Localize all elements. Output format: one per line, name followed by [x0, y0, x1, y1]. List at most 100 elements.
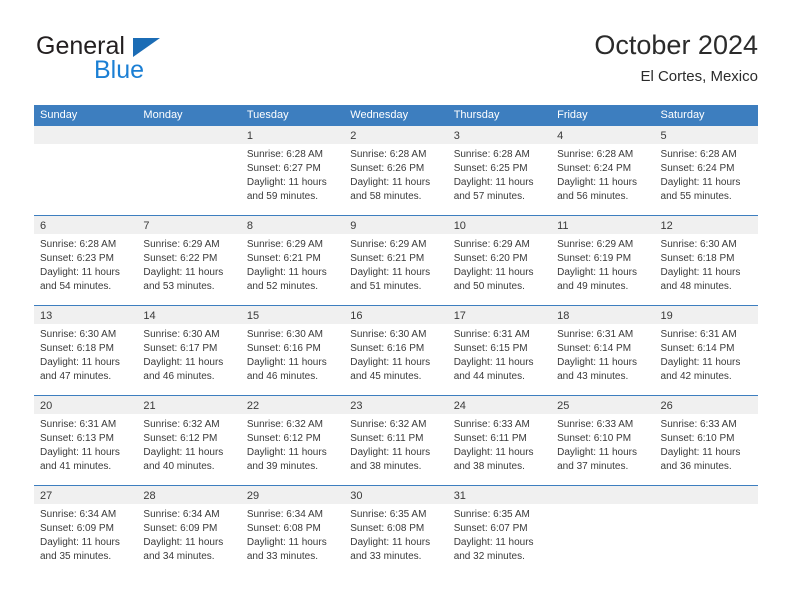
sunset-text: Sunset: 6:18 PM: [660, 253, 735, 264]
day-number: 12: [660, 220, 673, 232]
day-number: 21: [143, 400, 156, 412]
day-number-band: 4: [551, 126, 655, 144]
day-details: Sunrise: 6:28 AM Sunset: 6:27 PM Dayligh…: [241, 144, 344, 204]
sunset-text: Sunset: 6:22 PM: [143, 253, 218, 264]
daylight-text-line1: Daylight: 11 hours: [453, 447, 534, 458]
sunrise-text: Sunrise: 6:30 AM: [40, 329, 117, 340]
day-cell[interactable]: 26 Sunrise: 6:33 AM Sunset: 6:10 PM Dayl…: [654, 396, 758, 485]
day-cell[interactable]: 3 Sunrise: 6:28 AM Sunset: 6:25 PM Dayli…: [447, 126, 552, 215]
day-number: 16: [350, 310, 363, 322]
day-cell[interactable]: 21 Sunrise: 6:32 AM Sunset: 6:12 PM Dayl…: [137, 396, 241, 485]
day-number-band: 25: [551, 396, 655, 414]
day-cell[interactable]: [654, 486, 758, 575]
day-cell[interactable]: 13 Sunrise: 6:30 AM Sunset: 6:18 PM Dayl…: [34, 306, 138, 395]
day-cell[interactable]: [551, 486, 655, 575]
sunset-text: Sunset: 6:20 PM: [453, 253, 528, 264]
day-details: Sunrise: 6:33 AM Sunset: 6:10 PM Dayligh…: [655, 414, 758, 474]
daylight-text-line1: Daylight: 11 hours: [350, 177, 431, 188]
daylight-text-line1: Daylight: 11 hours: [557, 267, 637, 278]
daylight-text-line2: and 54 minutes.: [40, 281, 112, 292]
day-details: Sunrise: 6:32 AM Sunset: 6:12 PM Dayligh…: [241, 414, 344, 474]
day-number-band: [34, 126, 138, 144]
sunset-text: Sunset: 6:08 PM: [350, 523, 425, 534]
day-number-band: 1: [240, 126, 345, 144]
sunset-text: Sunset: 6:25 PM: [453, 163, 528, 174]
daylight-text-line1: Daylight: 11 hours: [557, 357, 637, 368]
daylight-text-line2: and 39 minutes.: [246, 461, 319, 472]
day-number: 31: [453, 490, 466, 502]
day-cell[interactable]: 22 Sunrise: 6:32 AM Sunset: 6:12 PM Dayl…: [240, 396, 345, 485]
day-number-band: 26: [654, 396, 758, 414]
day-cell[interactable]: 23 Sunrise: 6:32 AM Sunset: 6:11 PM Dayl…: [344, 396, 448, 485]
day-cell[interactable]: 11 Sunrise: 6:29 AM Sunset: 6:19 PM Dayl…: [551, 216, 655, 305]
day-cell[interactable]: [34, 126, 138, 215]
day-number-band: 18: [551, 306, 655, 324]
day-cell[interactable]: 12 Sunrise: 6:30 AM Sunset: 6:18 PM Dayl…: [654, 216, 758, 305]
day-number: 14: [143, 310, 156, 322]
day-cell[interactable]: 27 Sunrise: 6:34 AM Sunset: 6:09 PM Dayl…: [34, 486, 138, 575]
calendar-page: General Blue October 2024 El Cortes, Mex…: [0, 0, 792, 612]
sunrise-text: Sunrise: 6:35 AM: [350, 509, 427, 520]
sunset-text: Sunset: 6:19 PM: [557, 253, 632, 264]
day-number-band: [137, 126, 241, 144]
day-cell[interactable]: 29 Sunrise: 6:34 AM Sunset: 6:08 PM Dayl…: [240, 486, 345, 575]
day-number: 15: [246, 310, 260, 322]
day-cell[interactable]: 28 Sunrise: 6:34 AM Sunset: 6:09 PM Dayl…: [137, 486, 241, 575]
sunrise-text: Sunrise: 6:34 AM: [246, 509, 323, 520]
day-cell[interactable]: 30 Sunrise: 6:35 AM Sunset: 6:08 PM Dayl…: [344, 486, 448, 575]
daylight-text-line1: Daylight: 11 hours: [453, 177, 534, 188]
daylight-text-line2: and 45 minutes.: [350, 371, 422, 382]
day-cell[interactable]: 10 Sunrise: 6:29 AM Sunset: 6:20 PM Dayl…: [447, 216, 552, 305]
day-cell[interactable]: 24 Sunrise: 6:33 AM Sunset: 6:11 PM Dayl…: [447, 396, 552, 485]
day-number: 1: [246, 130, 253, 142]
sunrise-text: Sunrise: 6:32 AM: [350, 419, 427, 430]
day-cell[interactable]: 9 Sunrise: 6:29 AM Sunset: 6:21 PM Dayli…: [344, 216, 448, 305]
day-cell[interactable]: 25 Sunrise: 6:33 AM Sunset: 6:10 PM Dayl…: [551, 396, 655, 485]
day-number-band: 16: [344, 306, 448, 324]
day-number-band: 8: [240, 216, 345, 234]
day-cell[interactable]: 17 Sunrise: 6:31 AM Sunset: 6:15 PM Dayl…: [447, 306, 552, 395]
daylight-text-line2: and 50 minutes.: [453, 281, 525, 292]
day-cell[interactable]: 5 Sunrise: 6:28 AM Sunset: 6:24 PM Dayli…: [654, 126, 758, 215]
day-number: 22: [246, 400, 260, 412]
day-cell[interactable]: 7 Sunrise: 6:29 AM Sunset: 6:22 PM Dayli…: [137, 216, 241, 305]
day-number-band: 9: [344, 216, 448, 234]
day-number-band: 7: [137, 216, 241, 234]
day-cell[interactable]: 8 Sunrise: 6:29 AM Sunset: 6:21 PM Dayli…: [240, 216, 345, 305]
daylight-text-line2: and 32 minutes.: [453, 551, 525, 562]
daylight-text-line1: Daylight: 11 hours: [143, 357, 224, 368]
day-cell[interactable]: 18 Sunrise: 6:31 AM Sunset: 6:14 PM Dayl…: [551, 306, 655, 395]
daylight-text-line2: and 57 minutes.: [453, 191, 525, 202]
day-number-band: 6: [34, 216, 138, 234]
day-cell[interactable]: 16 Sunrise: 6:30 AM Sunset: 6:16 PM Dayl…: [344, 306, 448, 395]
sunrise-text: Sunrise: 6:32 AM: [143, 419, 220, 430]
day-details: Sunrise: 6:29 AM Sunset: 6:21 PM Dayligh…: [241, 234, 344, 294]
day-number: 26: [660, 400, 673, 412]
sunset-text: Sunset: 6:11 PM: [350, 433, 424, 444]
day-cell[interactable]: 1 Sunrise: 6:28 AM Sunset: 6:27 PM Dayli…: [240, 126, 345, 215]
sunset-text: Sunset: 6:16 PM: [246, 343, 321, 354]
day-cell[interactable]: 19 Sunrise: 6:31 AM Sunset: 6:14 PM Dayl…: [654, 306, 758, 395]
day-cell[interactable]: 31 Sunrise: 6:35 AM Sunset: 6:07 PM Dayl…: [447, 486, 552, 575]
day-number: 23: [350, 400, 363, 412]
day-details: Sunrise: 6:30 AM Sunset: 6:18 PM Dayligh…: [34, 324, 137, 384]
sunset-text: Sunset: 6:18 PM: [40, 343, 114, 354]
day-cell[interactable]: 6 Sunrise: 6:28 AM Sunset: 6:23 PM Dayli…: [34, 216, 138, 305]
day-cell[interactable]: 15 Sunrise: 6:30 AM Sunset: 6:16 PM Dayl…: [240, 306, 345, 395]
day-cell[interactable]: 20 Sunrise: 6:31 AM Sunset: 6:13 PM Dayl…: [34, 396, 138, 485]
day-details: Sunrise: 6:28 AM Sunset: 6:25 PM Dayligh…: [448, 144, 551, 204]
sunrise-text: Sunrise: 6:29 AM: [143, 239, 220, 250]
daylight-text-line1: Daylight: 11 hours: [40, 537, 120, 548]
daylight-text-line2: and 59 minutes.: [246, 191, 319, 202]
general-blue-logo[interactable]: General Blue: [34, 28, 254, 90]
day-cell[interactable]: 2 Sunrise: 6:28 AM Sunset: 6:26 PM Dayli…: [344, 126, 448, 215]
day-number: 6: [40, 220, 47, 232]
week-row: 20 Sunrise: 6:31 AM Sunset: 6:13 PM Dayl…: [34, 395, 758, 485]
weekday-header-tuesday: Tuesday: [246, 109, 289, 121]
sunrise-text: Sunrise: 6:33 AM: [660, 419, 737, 430]
day-details: Sunrise: 6:31 AM Sunset: 6:14 PM Dayligh…: [551, 324, 654, 384]
day-cell[interactable]: 4 Sunrise: 6:28 AM Sunset: 6:24 PM Dayli…: [551, 126, 655, 215]
daylight-text-line1: Daylight: 11 hours: [660, 447, 741, 458]
day-cell[interactable]: 14 Sunrise: 6:30 AM Sunset: 6:17 PM Dayl…: [137, 306, 241, 395]
day-cell[interactable]: [137, 126, 241, 215]
